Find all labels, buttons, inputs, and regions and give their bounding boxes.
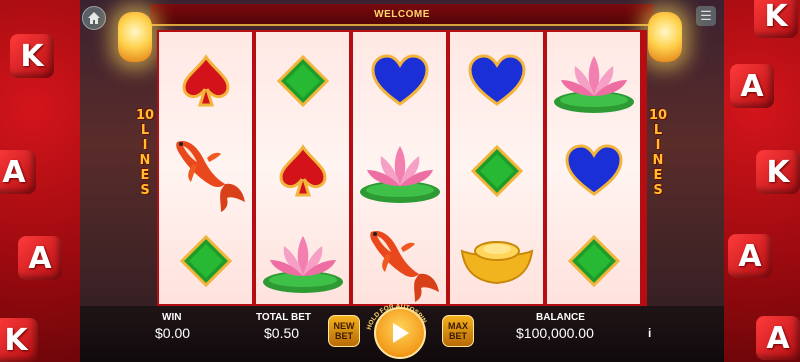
info-button[interactable]: i [648,326,651,340]
green-diamond-icon [256,36,349,126]
green-diamond-icon [450,126,543,216]
right-lantern [648,12,682,62]
left-dice-background: K A A K [0,0,80,362]
reel-4 [450,32,543,304]
hold-text: HOLD FOR AUTOSPIN [366,303,428,331]
home-icon [88,12,100,24]
reel-1 [159,32,252,304]
left-lantern [118,12,152,62]
pink-lotus-icon [547,36,640,126]
green-diamond-icon [159,216,252,306]
title-bar: WELCOME [150,4,654,26]
menu-button[interactable]: ☰ [696,6,716,26]
dice-k: K [0,318,38,362]
balance-value: $100,000.00 [516,325,594,341]
pink-lotus-icon [353,126,446,216]
green-diamond-icon [547,216,640,306]
svg-text:HOLD FOR AUTOSPIN: HOLD FOR AUTOSPIN [366,303,428,331]
dice-a: A [18,236,62,280]
balance-label: BALANCE [536,312,585,323]
red-spade-icon [256,126,349,216]
koi-fish-icon [353,216,446,306]
lines-label-right: 10 L I N E S [648,108,668,198]
gold-ingot-icon [450,216,543,306]
max-bet-label: MAX BET [448,321,468,341]
dice-a: A [730,64,774,108]
new-bet-label: NEW BET [333,321,355,341]
reel-3 [353,32,446,304]
total-bet-label: TOTAL BET [256,312,311,323]
max-bet-button[interactable]: MAX BET [442,315,474,347]
welcome-title: WELCOME [374,8,430,20]
blue-heart-icon [547,126,640,216]
total-bet-value: $0.50 [264,325,300,341]
dice-k: K [754,0,798,38]
dice-a: A [0,150,36,194]
koi-fish-icon [159,126,252,216]
new-bet-button[interactable]: NEW BET [328,315,360,347]
dice-k: K [756,150,800,194]
lines-label-left: 10 L I N E S [135,108,155,198]
dice-a: A [728,234,772,278]
right-dice-background: K A K A A [724,0,800,362]
dice-k: K [10,34,54,78]
reel-5 [547,32,640,304]
blue-heart-icon [353,36,446,126]
blue-heart-icon [450,36,543,126]
win-label: WIN [162,312,182,323]
red-spade-icon [159,36,252,126]
reel-2 [256,32,349,304]
hold-for-autospin-text: HOLD FOR AUTOSPIN [366,303,428,331]
menu-icon: ☰ [700,8,712,23]
pink-lotus-icon [256,216,349,306]
dice-a: A [756,316,800,360]
home-button[interactable] [82,6,106,30]
win-value: $0.00 [155,325,191,341]
